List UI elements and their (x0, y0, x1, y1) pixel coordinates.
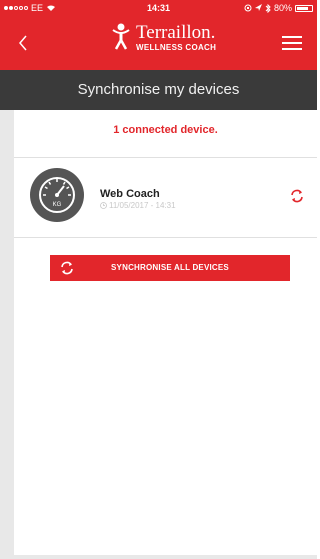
device-refresh-button[interactable] (287, 186, 307, 206)
bluetooth-icon (265, 3, 271, 13)
menu-button[interactable] (279, 30, 305, 56)
sync-all-devices-label: SYNCHRONISE ALL DEVICES (111, 263, 229, 272)
person-logo-icon (112, 23, 130, 50)
chevron-left-icon (19, 35, 27, 51)
status-bar: EE 14:31 80% (0, 0, 317, 16)
brand-subtitle: WELLNESS COACH (136, 42, 217, 52)
hamburger-menu-icon (282, 36, 302, 50)
main-content: 1 connected device. KG Web Coach 11/05/2… (14, 110, 317, 555)
brand-name: Terraillon. (136, 21, 216, 43)
device-row[interactable]: KG Web Coach 11/05/2017 - 14:31 (14, 158, 317, 236)
back-button[interactable] (12, 30, 34, 56)
device-avatar: KG (30, 168, 84, 222)
app-header: Terraillon. WELLNESS COACH (0, 16, 317, 70)
location-icon (254, 4, 262, 11)
device-last-sync-text: 11/05/2017 - 14:31 (109, 201, 176, 210)
page-title: Synchronise my devices (0, 70, 317, 110)
brand-text: Terraillon. WELLNESS COACH (136, 23, 216, 52)
device-last-sync: 11/05/2017 - 14:31 (100, 201, 176, 210)
status-right: 80% (244, 0, 313, 16)
battery-percent: 80% (273, 3, 292, 13)
avatar-label: KG (53, 202, 62, 208)
divider (14, 237, 317, 238)
scale-gauge-icon: KG (39, 177, 75, 213)
refresh-icon (291, 189, 303, 203)
connected-count-text: 1 connected device. (113, 124, 218, 136)
orientation-lock-icon (244, 4, 252, 12)
device-name: Web Coach (100, 188, 160, 200)
app-screen: EE 14:31 80% Terraillon. WELLNESS COACH … (0, 0, 317, 559)
top-bar: EE 14:31 80% Terraillon. WELLNESS COACH (0, 0, 317, 70)
battery-icon (295, 4, 313, 12)
sync-all-devices-button[interactable]: SYNCHRONISE ALL DEVICES (50, 255, 290, 281)
clock-icon (100, 202, 107, 209)
brand-logo: Terraillon. WELLNESS COACH (110, 22, 216, 52)
